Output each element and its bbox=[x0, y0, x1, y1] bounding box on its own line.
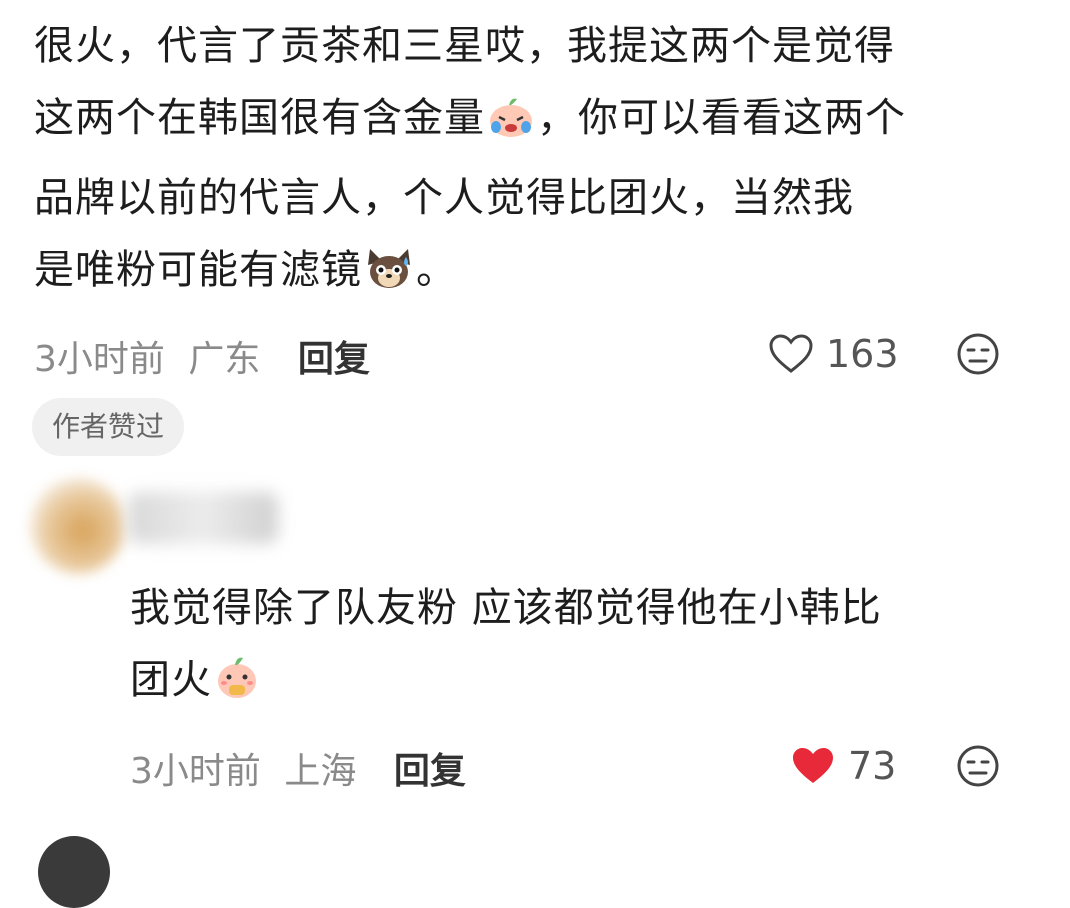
comment-time: 3小时前 bbox=[34, 339, 165, 380]
meh-face-icon bbox=[957, 745, 999, 787]
sweating-dog-emoji-icon bbox=[364, 242, 414, 314]
crying-peach-emoji-icon bbox=[487, 90, 535, 162]
avatar[interactable] bbox=[30, 478, 126, 574]
meh-face-icon bbox=[957, 333, 999, 375]
comment-time: 3小时前 bbox=[130, 751, 261, 792]
comment-2-meta: 3小时前 上海 回复 bbox=[130, 742, 466, 794]
like-button[interactable]: 163 bbox=[768, 332, 899, 376]
comment-location: 上海 bbox=[284, 751, 357, 792]
author-liked-badge: 作者赞过 bbox=[32, 398, 185, 456]
comment-1-body: 很火，代言了贡茶和三星哎，我提这两个是觉得 这两个在韩国很有含金量 ，你可以看看这… bbox=[34, 10, 1044, 314]
comment-2-line: 我觉得除了队友粉 应该都觉得他在小韩比 bbox=[130, 585, 882, 631]
comment-location: 广东 bbox=[188, 339, 261, 380]
comment-1-line: 很火，代言了贡茶和三星哎，我提这两个是觉得 bbox=[34, 23, 895, 69]
reply-button[interactable]: 回复 bbox=[298, 339, 370, 380]
dislike-button[interactable] bbox=[956, 744, 1000, 792]
eating-peach-emoji-icon bbox=[214, 652, 260, 724]
comment-2-body: 我觉得除了队友粉 应该都觉得他在小韩比 团火 bbox=[130, 572, 1010, 724]
heart-filled-icon bbox=[793, 748, 833, 783]
avatar[interactable] bbox=[38, 836, 110, 908]
dislike-button[interactable] bbox=[956, 332, 1000, 380]
heart-outline-icon bbox=[769, 334, 813, 373]
comment-1-line: 这两个在韩国很有含金量 ，你可以看看这两个 bbox=[34, 82, 1044, 162]
username-blurred[interactable] bbox=[128, 492, 278, 544]
like-count: 163 bbox=[826, 332, 899, 376]
comment-1-meta: 3小时前 广东 回复 bbox=[34, 330, 370, 382]
comment-1-line: 品牌以前的代言人，个人觉得比团火，当然我 bbox=[34, 175, 854, 221]
like-count: 73 bbox=[848, 744, 897, 788]
comment-2-line: 团火 bbox=[130, 644, 1010, 724]
reply-button[interactable]: 回复 bbox=[394, 751, 466, 792]
like-button[interactable]: 73 bbox=[790, 744, 896, 788]
comment-1-line: 是唯粉可能有滤镜。 bbox=[34, 234, 1044, 314]
